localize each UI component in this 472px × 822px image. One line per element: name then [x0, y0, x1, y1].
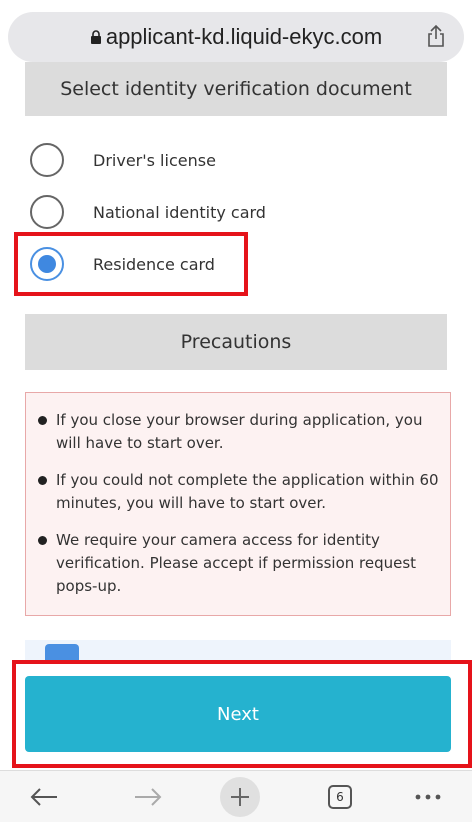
plus-icon [220, 777, 260, 817]
browser-toolbar: 6 [0, 770, 472, 822]
bullet-icon [38, 476, 47, 485]
more-icon [415, 794, 441, 800]
highlight-box-residence-card [14, 232, 248, 296]
option-label: Driver's license [93, 150, 216, 170]
bullet-icon [38, 416, 47, 425]
precaution-text: If you close your browser during applica… [56, 411, 423, 452]
tab-count: 6 [328, 785, 352, 809]
radio-button[interactable] [30, 143, 64, 177]
precaution-item: If you close your browser during applica… [38, 409, 440, 455]
precaution-item: We require your camera access for identi… [38, 529, 440, 598]
highlight-box-next-button [12, 660, 472, 768]
arrow-left-icon [30, 788, 57, 806]
option-drivers-license[interactable]: Driver's license [30, 140, 216, 180]
document-section-title: Select identity verification document [25, 62, 447, 116]
confirm-precautions-row[interactable] [25, 640, 451, 660]
address-bar[interactable]: applicant-kd.liquid-ekyc.com [8, 12, 464, 62]
precautions-title: Precautions [25, 314, 447, 370]
back-button[interactable] [22, 779, 66, 815]
forward-button[interactable] [126, 779, 170, 815]
precaution-text: We require your camera access for identi… [56, 531, 417, 595]
share-icon[interactable] [426, 24, 446, 48]
checkbox[interactable] [45, 644, 79, 660]
arrow-right-icon [135, 788, 162, 806]
bullet-icon [38, 536, 47, 545]
option-national-identity-card[interactable]: National identity card [30, 192, 266, 232]
precaution-item: If you could not complete the applicatio… [38, 469, 440, 515]
url-display[interactable]: applicant-kd.liquid-ekyc.com [90, 24, 382, 50]
radio-button[interactable] [30, 195, 64, 229]
new-tab-button[interactable] [214, 777, 266, 817]
lock-icon [90, 30, 101, 44]
precautions-box: If you close your browser during applica… [25, 392, 451, 616]
option-label: National identity card [93, 202, 266, 222]
precaution-text: If you could not complete the applicatio… [56, 471, 439, 512]
more-button[interactable] [408, 779, 448, 815]
tabs-button[interactable]: 6 [320, 779, 360, 815]
url-text: applicant-kd.liquid-ekyc.com [105, 24, 383, 49]
